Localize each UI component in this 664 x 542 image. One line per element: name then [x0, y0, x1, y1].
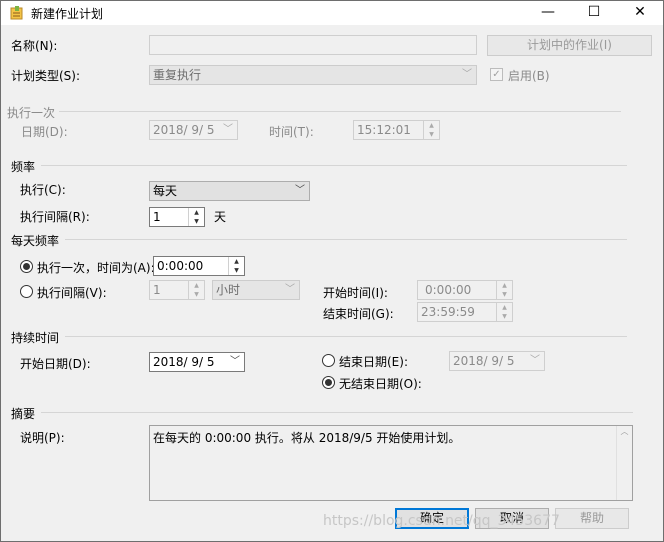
frequency-heading: 频率 [11, 160, 36, 174]
chevron-down-icon: ﹀ [530, 355, 540, 366]
occurs-every-unit-value: 小时 [216, 283, 241, 297]
title-bar: 新建作业计划 — ☐ ✕ [1, 1, 663, 25]
occurs-once-time-value: 0:00:00 [157, 259, 204, 273]
end-date-radio[interactable] [322, 354, 335, 367]
jobs-in-schedule-button[interactable]: 计划中的作业(I) [487, 35, 652, 56]
chevron-down-icon: ﹀ [285, 284, 295, 295]
description-label: 说明(P): [20, 431, 65, 445]
close-button[interactable]: ✕ [617, 1, 663, 25]
occurs-once-time-input[interactable]: 0:00:00 ▲ ▼ [153, 256, 245, 276]
spinner-icon[interactable]: ▲ ▼ [228, 257, 244, 275]
daily-frequency-heading: 每天频率 [11, 234, 60, 248]
start-time-input[interactable]: 0:00:00 ▲ ▼ [417, 280, 513, 300]
help-button[interactable]: 帮助 [555, 508, 629, 529]
watermark-text: https://blog.csdn.net/qq_3453677 [323, 513, 560, 529]
chevron-down-icon: ﹀ [295, 185, 305, 196]
one-time-heading: 执行一次 [7, 106, 56, 120]
occurs-every-unit-select[interactable]: 小时 ﹀ [212, 280, 300, 300]
start-date-value: 2018/ 9/ 5 [153, 355, 215, 369]
one-time-date-value: 2018/ 9/ 5 [153, 123, 215, 137]
end-time-input[interactable]: 23:59:59 ▲ ▼ [417, 302, 513, 322]
occurs-every-value: 1 [153, 283, 161, 297]
no-end-date-radio[interactable] [322, 376, 335, 389]
occurs-once-radio[interactable] [20, 260, 33, 273]
recurs-every-label: 执行间隔(R): [20, 210, 90, 224]
spinner-icon[interactable]: ▲ ▼ [423, 121, 439, 139]
duration-heading: 持续时间 [11, 331, 60, 345]
scrollbar[interactable]: ︿ [616, 426, 632, 500]
description-text: 在每天的 0:00:00 执行。将从 2018/9/5 开始使用计划。 [153, 431, 461, 445]
recurs-every-input[interactable]: 1 ▲ ▼ [149, 207, 205, 227]
occurs-every-radio[interactable] [20, 285, 33, 298]
divider [65, 239, 627, 240]
start-time-value: 0:00:00 [425, 283, 472, 297]
divider [59, 111, 621, 112]
chevron-down-icon: ﹀ [230, 356, 240, 367]
occurs-value: 每天 [153, 184, 178, 198]
occurs-once-label: 执行一次，时间为(A): [37, 261, 155, 275]
description-textarea[interactable]: 在每天的 0:00:00 执行。将从 2018/9/5 开始使用计划。 ︿ [149, 425, 633, 501]
spinner-icon[interactable]: ▲ ▼ [188, 208, 204, 226]
no-end-date-label: 无结束日期(O): [339, 377, 422, 391]
recurs-unit-label: 天 [214, 210, 227, 224]
occurs-every-label: 执行间隔(V): [37, 286, 107, 300]
recurs-every-value: 1 [153, 210, 161, 224]
enabled-checkbox[interactable]: ✓ [490, 68, 503, 81]
one-time-time-label: 时间(T): [269, 125, 314, 139]
divider [41, 165, 627, 166]
minimize-button[interactable]: — [525, 1, 571, 25]
summary-heading: 摘要 [11, 407, 36, 421]
end-time-value: 23:59:59 [421, 305, 475, 319]
dialog-window: 新建作业计划 — ☐ ✕ 名称(N): 计划中的作业(I) 计划类型(S): 重… [0, 0, 664, 542]
schedule-type-select[interactable]: 重复执行 ﹀ [149, 65, 477, 85]
occurs-select[interactable]: 每天 ﹀ [149, 181, 310, 201]
spinner-icon[interactable]: ▲ ▼ [496, 281, 512, 299]
divider [41, 412, 633, 413]
chevron-down-icon: ﹀ [462, 69, 472, 80]
schedule-app-icon [10, 6, 23, 20]
end-time-label: 结束时间(G): [323, 307, 394, 321]
start-time-label: 开始时间(I): [323, 286, 388, 300]
start-date-picker[interactable]: 2018/ 9/ 5 ﹀ [149, 352, 245, 372]
schedule-type-value: 重复执行 [153, 68, 202, 82]
end-date-value: 2018/ 9/ 5 [453, 354, 515, 368]
name-input[interactable] [149, 35, 477, 55]
start-date-label: 开始日期(D): [20, 357, 91, 371]
one-time-date-picker[interactable]: 2018/ 9/ 5 ﹀ [149, 120, 238, 140]
spinner-icon[interactable]: ▲ ▼ [188, 281, 204, 299]
occurs-every-input[interactable]: 1 ▲ ▼ [149, 280, 205, 300]
maximize-button[interactable]: ☐ [571, 1, 617, 25]
occurs-label: 执行(C): [20, 183, 66, 197]
divider [65, 336, 627, 337]
chevron-down-icon: ﹀ [223, 124, 233, 135]
end-date-picker[interactable]: 2018/ 9/ 5 ﹀ [449, 351, 545, 371]
end-date-label: 结束日期(E): [339, 355, 408, 369]
one-time-time-value: 15:12:01 [357, 123, 411, 137]
one-time-time-input[interactable]: 15:12:01 ▲ ▼ [353, 120, 440, 140]
window-title: 新建作业计划 [31, 7, 104, 21]
schedule-type-label: 计划类型(S): [11, 69, 81, 83]
name-label: 名称(N): [11, 39, 58, 53]
spinner-icon[interactable]: ▲ ▼ [496, 303, 512, 321]
one-time-date-label: 日期(D): [21, 125, 68, 139]
enabled-label: 启用(B) [508, 69, 550, 83]
scroll-up-icon[interactable]: ︿ [617, 426, 632, 437]
